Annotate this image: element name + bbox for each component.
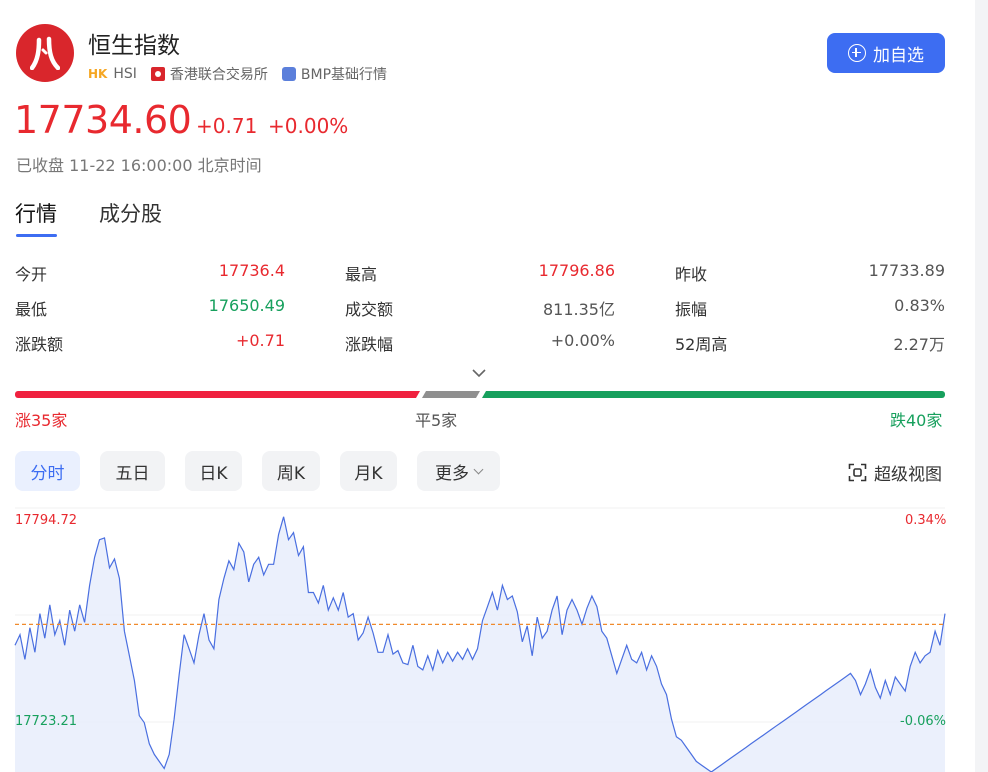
stat-label: 昨收 (675, 265, 708, 284)
add-watchlist-button[interactable]: 加自选 (827, 33, 945, 73)
period-more-label: 更多 (435, 463, 469, 484)
stat-value: +0.71 (235, 331, 285, 350)
breadth-bar-down (482, 391, 945, 398)
active-tab-indicator (16, 234, 57, 237)
breadth-up-label: 涨35家 (15, 411, 68, 430)
page-title: 恒生指数 (88, 33, 180, 59)
data-source-text: BMP基础行情 (300, 67, 388, 83)
stat-label: 涨跌额 (15, 335, 64, 354)
stat-value: 811.35亿 (543, 300, 615, 319)
stat-value: 17796.86 (538, 261, 615, 280)
stat-label: 成交额 (345, 300, 394, 319)
page: 恒生指数 HK HSI 香港联合交易所 BMP基础行情 加自选 17734.60… (0, 0, 988, 772)
y-axis-mid-right: -0.06% (900, 714, 946, 729)
breadth-bar-up (15, 391, 420, 398)
tab-quote[interactable]: 行情 (15, 198, 57, 228)
market-tag: HK (88, 67, 108, 81)
stat-value: 17736.4 (218, 261, 285, 280)
add-watchlist-label: 加自选 (873, 45, 924, 66)
stat-value: +0.00% (550, 331, 615, 350)
price-change-pct: +0.00% (268, 114, 349, 138)
period-intraday[interactable]: 分时 (15, 451, 80, 491)
breadth-bar-flat (422, 391, 480, 398)
period-weekly-k[interactable]: 周K (262, 451, 320, 491)
symbol-text: HSI (113, 66, 137, 82)
period-more-dropdown[interactable]: 更多 (417, 451, 500, 491)
breadth-flat-label: 平5家 (415, 411, 458, 430)
scrollbar-track[interactable] (975, 0, 988, 772)
last-price: 17734.60 (14, 98, 192, 142)
price-area (15, 516, 945, 772)
expand-stats-chevron-icon[interactable] (471, 364, 487, 378)
intraday-chart[interactable]: 17794.72 0.34% 17723.21 -0.06% (0, 500, 975, 772)
tab-constituents[interactable]: 成分股 (99, 198, 162, 228)
stat-value: 17733.89 (868, 261, 945, 280)
intraday-chart-svg (14, 507, 946, 772)
stat-value: 17650.49 (208, 296, 285, 315)
y-axis-top-left: 17794.72 (15, 513, 78, 528)
plus-circle-icon (848, 44, 866, 62)
stat-label: 振幅 (675, 300, 708, 319)
stat-value: 2.27万 (893, 335, 945, 354)
stat-label: 最低 (15, 300, 48, 319)
hsi-logo-icon (16, 24, 74, 82)
period-monthly-k[interactable]: 月K (340, 451, 397, 491)
exchange-item: 香港联合交易所 (150, 64, 268, 84)
period-5day[interactable]: 五日 (100, 451, 165, 491)
stat-value: 0.83% (894, 296, 945, 315)
data-source-item: BMP基础行情 (281, 64, 388, 84)
hkex-flag-icon (150, 67, 165, 81)
security-meta: HK HSI 香港联合交易所 BMP基础行情 (88, 64, 401, 84)
fullscreen-icon (848, 463, 867, 482)
chevron-down-icon (473, 464, 484, 474)
period-daily-k[interactable]: 日K (185, 451, 242, 491)
price-change: +0.71 (196, 114, 258, 138)
y-axis-mid-left: 17723.21 (15, 714, 78, 729)
bmp-icon (281, 67, 296, 81)
breadth-down-label: 跌40家 (890, 411, 943, 430)
super-view-label: 超级视图 (874, 465, 942, 485)
stat-label: 最高 (345, 265, 378, 284)
y-axis-top-right: 0.34% (905, 513, 947, 528)
stat-label: 今开 (15, 265, 48, 284)
stat-label: 涨跌幅 (345, 335, 394, 354)
exchange-name: 香港联合交易所 (169, 67, 268, 83)
super-view-button[interactable]: 超级视图 (848, 460, 942, 485)
stat-label: 52周高 (675, 335, 728, 354)
market-status: 已收盘 11-22 16:00:00 北京时间 (16, 156, 262, 175)
